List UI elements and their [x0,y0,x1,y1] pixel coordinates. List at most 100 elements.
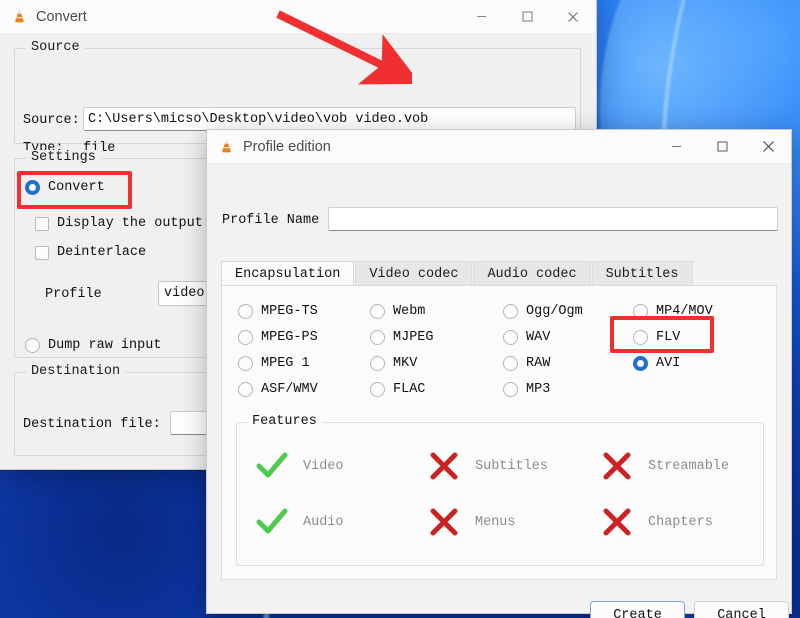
radio-mpeg-1[interactable]: MPEG 1 [238,356,310,371]
maximize-button[interactable] [504,0,550,33]
convert-window-buttons [458,0,596,33]
radio-raw[interactable]: RAW [503,356,550,371]
radio-mp3[interactable]: MP3 [503,382,550,397]
radio-label: MPEG-TS [261,304,318,319]
display-output-checkbox[interactable]: Display the output [35,216,203,231]
tab-label: Encapsulation [235,266,341,282]
radio-ogg-ogm[interactable]: Ogg/Ogm [503,304,583,319]
radio-asf-wmv[interactable]: ASF/WMV [238,382,318,397]
feature-label: Subtitles [475,458,548,474]
create-button[interactable]: Create [590,601,685,618]
minimize-button[interactable] [458,0,504,33]
destination-group-title: Destination [26,364,126,379]
radio-label: RAW [526,356,551,371]
radio-label: FLAC [393,382,426,397]
tab-label: Video codec [369,266,459,282]
radio-label: FLV [656,330,681,345]
feature-streamable: Streamable [600,451,729,481]
tab-label: Subtitles [605,266,679,282]
feature-audio: Audio [255,507,344,537]
source-input[interactable]: C:\Users\micso\Desktop\video\vob video.v… [83,107,576,131]
cross-icon [430,452,458,480]
radio-indicator [633,304,648,319]
screen: Convert Source Source: C:\Users\micso\De… [0,0,800,618]
tab-encapsulation[interactable]: Encapsulation [221,261,355,286]
destination-file-label: Destination file: [23,417,161,432]
maximize-button[interactable] [699,130,745,163]
radio-indicator [503,356,518,371]
radio-label: MJPEG [393,330,434,345]
profile-name-input[interactable] [328,207,778,231]
feature-subtitles: Subtitles [427,451,548,481]
vlc-cone-icon [15,8,24,23]
profile-edition-window: Profile edition Profile Name Encapsulati… [206,129,792,618]
radio-indicator [503,382,518,397]
close-icon [762,141,774,152]
maximize-icon [717,141,727,152]
profile-name-label-text: Profile Name [222,213,320,228]
radio-avi[interactable]: AVI [633,356,680,371]
tab-audio-codec[interactable]: Audio codec [473,261,591,286]
close-button[interactable] [745,130,791,163]
radio-indicator [370,330,385,345]
radio-webm[interactable]: Webm [370,304,425,319]
close-button[interactable] [550,0,596,33]
radio-indicator [25,338,40,353]
source-label: Source: [23,113,80,128]
profile-titlebar[interactable]: Profile edition [207,130,791,164]
convert-title-left: Convert [0,8,458,25]
radio-flv[interactable]: FLV [633,330,680,345]
encapsulation-tab-panel: MPEG-TS MPEG-PS MPEG 1 ASF/WMV Webm MJPE… [221,285,777,580]
close-icon [568,11,578,22]
source-group-title: Source [26,40,85,55]
minimize-button[interactable] [653,130,699,163]
radio-mkv[interactable]: MKV [370,356,417,371]
radio-indicator [370,382,385,397]
radio-label: MPEG-PS [261,330,318,345]
feature-menus: Menus [427,507,516,537]
radio-mpeg-ps[interactable]: MPEG-PS [238,330,318,345]
dump-raw-input-radio[interactable]: Dump raw input [25,338,161,353]
radio-label: Webm [393,304,426,319]
feature-label: Audio [303,514,344,530]
radio-flac[interactable]: FLAC [370,382,425,397]
cross-icon [603,508,631,536]
profile-window-title: Profile edition [243,138,331,155]
radio-mpeg-ts[interactable]: MPEG-TS [238,304,318,319]
maximize-icon [522,11,532,22]
profile-window-buttons [653,130,791,163]
radio-wav[interactable]: WAV [503,330,550,345]
radio-mp4-mov[interactable]: MP4/MOV [633,304,713,319]
radio-indicator [238,356,253,371]
radio-label: ASF/WMV [261,382,318,397]
radio-indicator [238,304,253,319]
features-group-title: Features [247,414,322,429]
convert-window-title: Convert [36,8,87,25]
feature-label: Video [303,458,344,474]
deinterlace-checkbox[interactable]: Deinterlace [35,245,146,260]
radio-indicator [503,304,518,319]
radio-indicator [238,382,253,397]
feature-label: Menus [475,514,516,530]
convert-radio[interactable]: Convert [25,180,105,195]
minimize-icon [476,16,486,17]
cross-icon [603,452,631,480]
radio-label: MP3 [526,382,551,397]
radio-mjpeg[interactable]: MJPEG [370,330,434,345]
radio-indicator [370,356,385,371]
convert-radio-label: Convert [48,180,105,195]
radio-label: MP4/MOV [656,304,713,319]
tab-subtitles[interactable]: Subtitles [591,261,693,286]
deinterlace-label: Deinterlace [57,245,147,260]
cancel-button[interactable]: Cancel [694,601,789,618]
radio-label: MPEG 1 [261,356,310,371]
convert-titlebar[interactable]: Convert [0,0,596,34]
profile-name-label: Profile Name [222,213,319,228]
radio-indicator [503,330,518,345]
tab-video-codec[interactable]: Video codec [355,261,473,286]
radio-label: Ogg/Ogm [526,304,583,319]
feature-label: Chapters [648,514,713,530]
radio-label: MKV [393,356,418,371]
profile-edition-body: Profile Name Encapsulation Video codec A… [207,164,791,618]
display-output-label: Display the output [57,216,203,231]
